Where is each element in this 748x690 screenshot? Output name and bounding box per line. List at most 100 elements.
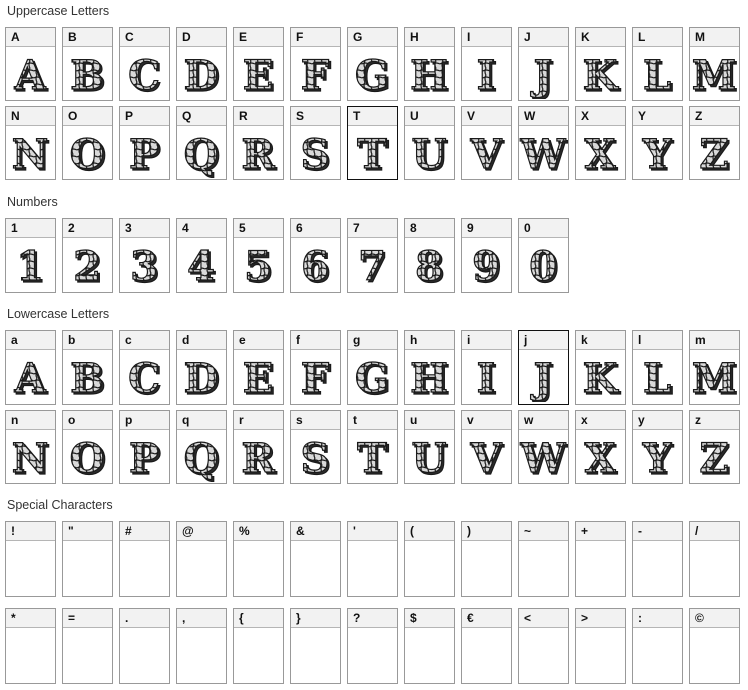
char-cell[interactable]: & [290, 521, 341, 597]
char-cell[interactable]: u UU [404, 410, 455, 484]
char-cell[interactable]: m MM [689, 330, 740, 405]
char-cell[interactable]: YYY [632, 106, 683, 180]
char-cell[interactable]: BBB [62, 27, 113, 101]
char-cell[interactable]: 999 [461, 218, 512, 293]
char-cell[interactable]: CCC [119, 27, 170, 101]
char-label: E [234, 28, 283, 47]
char-cell[interactable]: 888 [404, 218, 455, 293]
char-cell[interactable]: + [575, 521, 626, 597]
char-cell[interactable]: ( [404, 521, 455, 597]
char-cell[interactable]: NNN [5, 106, 56, 180]
char-cell[interactable]: EEE [233, 27, 284, 101]
char-cell[interactable]: < [518, 608, 569, 684]
char-cell[interactable]: * [5, 608, 56, 684]
char-label: ? [348, 609, 397, 628]
char-cell[interactable]: SSS [290, 106, 341, 180]
char-cell[interactable]: o OO [62, 410, 113, 484]
glyph-preview: BB [69, 51, 106, 99]
char-cell[interactable]: € [461, 608, 512, 684]
char-cell[interactable]: h HH [404, 330, 455, 405]
char-cell[interactable]: z ZZ [689, 410, 740, 484]
char-cell[interactable]: i II [461, 330, 512, 405]
char-cell[interactable]: ! [5, 521, 56, 597]
char-cell[interactable]: y YY [632, 410, 683, 484]
char-cell[interactable]: l LL [632, 330, 683, 405]
char-cell[interactable]: x XX [575, 410, 626, 484]
char-cell[interactable]: n NN [5, 410, 56, 484]
char-cell[interactable]: j JJ [518, 330, 569, 405]
char-cell[interactable]: w WW [518, 410, 569, 484]
char-cell[interactable]: 333 [119, 218, 170, 293]
char-cell[interactable]: b BB [62, 330, 113, 405]
char-cell[interactable]: 222 [62, 218, 113, 293]
char-cell[interactable]: e EE [233, 330, 284, 405]
char-cell[interactable]: k KK [575, 330, 626, 405]
char-cell[interactable]: XXX [575, 106, 626, 180]
char-cell[interactable]: AAA [5, 27, 56, 101]
glyph-preview: NN [11, 130, 51, 178]
char-cell[interactable]: c CC [119, 330, 170, 405]
char-cell[interactable]: d DD [176, 330, 227, 405]
char-cell[interactable]: PPP [119, 106, 170, 180]
glyph-preview: WW [519, 130, 568, 178]
char-cell[interactable]: v VV [461, 410, 512, 484]
char-cell[interactable]: r RR [233, 410, 284, 484]
glyph-preview: UU [411, 434, 449, 482]
char-label: o [63, 411, 112, 430]
char-cell[interactable]: = [62, 608, 113, 684]
char-cell[interactable]: . [119, 608, 170, 684]
char-cell[interactable]: { [233, 608, 284, 684]
char-cell[interactable]: f FF [290, 330, 341, 405]
char-cell[interactable]: - [632, 521, 683, 597]
char-cell[interactable]: QQQ [176, 106, 227, 180]
char-cell[interactable]: 555 [233, 218, 284, 293]
char-cell[interactable]: t TT [347, 410, 398, 484]
char-cell[interactable]: , [176, 608, 227, 684]
char-cell[interactable]: # [119, 521, 170, 597]
char-cell[interactable]: s SS [290, 410, 341, 484]
char-cell[interactable]: g GG [347, 330, 398, 405]
char-cell[interactable]: 777 [347, 218, 398, 293]
char-cell[interactable]: TTT [347, 106, 398, 180]
char-cell[interactable]: ZZZ [689, 106, 740, 180]
char-cell[interactable]: HHH [404, 27, 455, 101]
char-cell[interactable]: $ [404, 608, 455, 684]
char-cell[interactable]: p PP [119, 410, 170, 484]
char-cell[interactable]: ' [347, 521, 398, 597]
glyph-preview: XX [584, 130, 618, 178]
char-cell[interactable]: : [632, 608, 683, 684]
char-cell[interactable]: LLL [632, 27, 683, 101]
char-cell[interactable]: UUU [404, 106, 455, 180]
char-cell[interactable]: @ [176, 521, 227, 597]
char-cell[interactable]: 000 [518, 218, 569, 293]
char-cell[interactable]: 444 [176, 218, 227, 293]
char-cell[interactable]: WWW [518, 106, 569, 180]
char-cell[interactable]: GGG [347, 27, 398, 101]
char-cell[interactable]: KKK [575, 27, 626, 101]
char-cell[interactable]: RRR [233, 106, 284, 180]
char-cell[interactable]: III [461, 27, 512, 101]
char-cell[interactable]: 111 [5, 218, 56, 293]
char-cell[interactable]: ) [461, 521, 512, 597]
char-cell[interactable]: OOO [62, 106, 113, 180]
char-label: @ [177, 522, 226, 541]
char-cell[interactable]: MMM [689, 27, 740, 101]
char-cell[interactable]: © [689, 608, 740, 684]
char-cell[interactable]: } [290, 608, 341, 684]
char-cell[interactable]: VVV [461, 106, 512, 180]
char-cell[interactable]: 666 [290, 218, 341, 293]
char-cell[interactable]: % [233, 521, 284, 597]
glyph-preview: 33 [129, 242, 160, 290]
char-cell[interactable]: ~ [518, 521, 569, 597]
char-cell[interactable]: a AA [5, 330, 56, 405]
char-cell[interactable]: " [62, 521, 113, 597]
char-cell[interactable]: > [575, 608, 626, 684]
char-cell[interactable]: q QQ [176, 410, 227, 484]
char-cell[interactable]: DDD [176, 27, 227, 101]
char-cell[interactable]: JJJ [518, 27, 569, 101]
char-cell[interactable]: FFF [290, 27, 341, 101]
char-label: G [348, 28, 397, 47]
special-section-title: Special Characters [7, 498, 113, 512]
char-cell[interactable]: / [689, 521, 740, 597]
char-cell[interactable]: ? [347, 608, 398, 684]
